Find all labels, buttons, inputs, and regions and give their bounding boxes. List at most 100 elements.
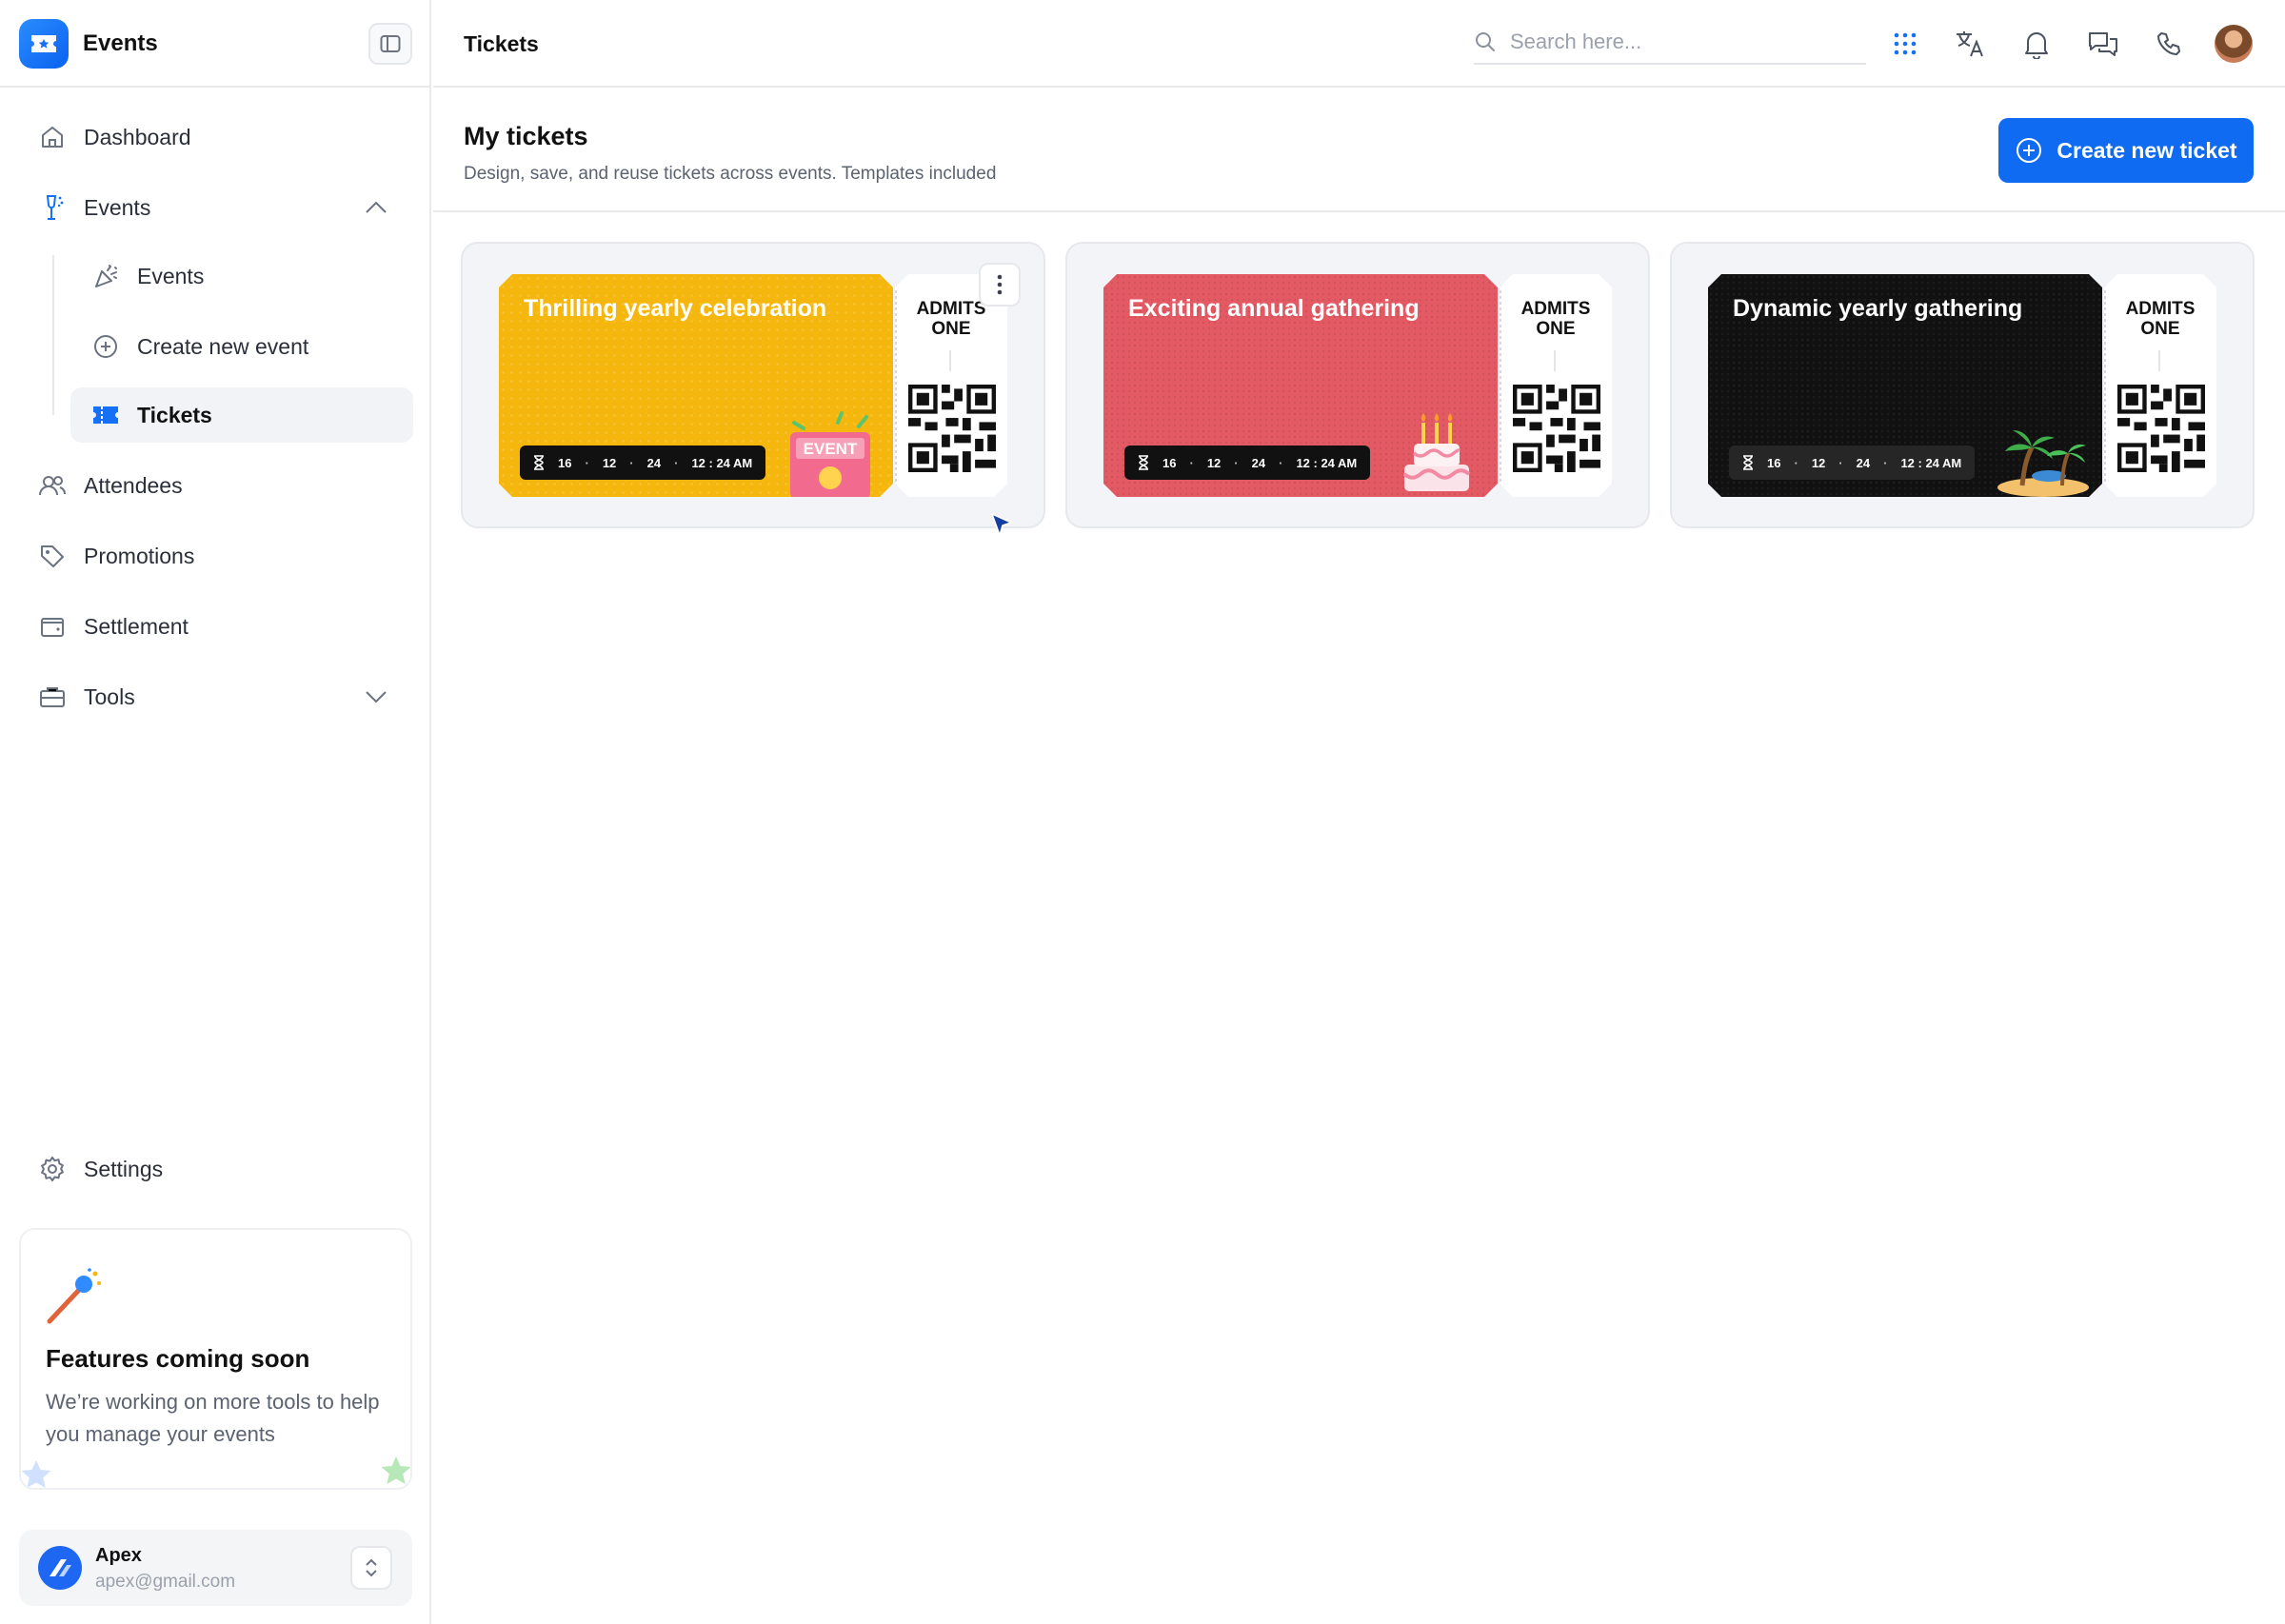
- account-switcher-button[interactable]: [350, 1546, 392, 1590]
- user-name: Apex: [95, 1545, 142, 1566]
- tag-icon: [36, 540, 69, 572]
- sidebar-item-label: Settings: [84, 1156, 164, 1181]
- sidebar-item-promotions[interactable]: Promotions: [36, 537, 194, 575]
- ticket-month: 12: [1811, 455, 1826, 470]
- ticket-stub: ADMITS ONE: [1500, 274, 1612, 497]
- mouse-cursor-icon: [991, 513, 1012, 536]
- user-account-card[interactable]: Apex apex@gmail.com: [19, 1530, 412, 1606]
- ticket-year: 24: [1251, 455, 1266, 470]
- page-title: Tickets: [464, 31, 539, 56]
- user-email: apex@gmail.com: [95, 1572, 236, 1592]
- wallet-icon: [36, 610, 69, 643]
- ticket-day: 16: [1162, 455, 1177, 470]
- hourglass-icon: [1742, 455, 1754, 470]
- ticket-card[interactable]: Exciting annual gathering 16 · 12 · 24 · 12…: [1065, 242, 1650, 528]
- chevron-up-down-icon: [366, 1558, 377, 1577]
- admits-label: ADMITS ONE: [1520, 299, 1591, 339]
- qr-code-icon: [1513, 385, 1600, 472]
- sidebar-item-events[interactable]: Events: [36, 188, 150, 227]
- ticket-more-options-button[interactable]: [979, 263, 1021, 307]
- ticket-time: 12 : 24 AM: [1296, 455, 1358, 470]
- sidebar-item-label: Tools: [84, 683, 135, 709]
- top-bar: Tickets: [433, 0, 2285, 88]
- sidebar-subitem-label: Events: [137, 263, 205, 288]
- user-avatar[interactable]: [2215, 25, 2253, 63]
- chevron-down-icon[interactable]: [362, 683, 390, 711]
- plus-circle-icon: [89, 330, 122, 363]
- search-input[interactable]: [1510, 30, 1853, 54]
- phone-icon[interactable]: [2150, 25, 2188, 63]
- search-bar[interactable]: [1474, 21, 1866, 65]
- arrow-down-icon: [949, 350, 951, 371]
- section-title: My tickets: [464, 122, 588, 150]
- sidebar-subitem-create-event[interactable]: Create new event: [89, 319, 308, 374]
- sidebar-item-attendees[interactable]: Attendees: [36, 466, 183, 505]
- sidebar-item-tools[interactable]: Tools: [36, 678, 135, 716]
- ticket-month: 12: [602, 455, 617, 470]
- qr-code-icon: [908, 385, 996, 472]
- magic-wand-icon: [47, 1268, 101, 1324]
- ticket-title: Dynamic yearly gathering: [1733, 295, 2023, 322]
- translate-icon[interactable]: [1952, 25, 1990, 63]
- sidebar: Events Dashboard Events Events Create ne…: [0, 0, 431, 1624]
- ticket-date: 16 · 12 · 24 · 12 : 24 AM: [520, 446, 765, 480]
- bell-icon[interactable]: [2017, 25, 2056, 63]
- submenu-tree-line: [52, 255, 54, 415]
- features-coming-soon-card: Features coming soon We’re working on mo…: [19, 1228, 412, 1490]
- ticket-day: 16: [1767, 455, 1781, 470]
- sidebar-collapse-button[interactable]: [368, 23, 412, 65]
- plus-circle-icon: [2015, 136, 2043, 165]
- create-new-ticket-button[interactable]: Create new ticket: [1998, 118, 2254, 183]
- ticket-icon: [89, 399, 122, 431]
- ticket-month: 12: [1206, 455, 1222, 470]
- sidebar-toggle-icon: [380, 35, 401, 52]
- sidebar-subitem-tickets[interactable]: Tickets: [70, 387, 413, 443]
- event-sign-icon: EVENT: [785, 407, 880, 497]
- avatar: [38, 1546, 82, 1590]
- chevron-up-icon[interactable]: [362, 193, 390, 222]
- sidebar-item-settings[interactable]: Settings: [36, 1150, 163, 1188]
- chat-icon[interactable]: [2084, 25, 2122, 63]
- birthday-cake-icon: [1401, 411, 1473, 493]
- arrow-down-icon: [2158, 350, 2160, 371]
- admits-label: ADMITS ONE: [2125, 299, 2196, 339]
- sidebar-item-dashboard[interactable]: Dashboard: [36, 118, 191, 156]
- promo-title: Features coming soon: [46, 1344, 310, 1373]
- ticket-day: 16: [558, 455, 572, 470]
- section-subtitle: Design, save, and reuse tickets across e…: [464, 164, 997, 184]
- ticket-date: 16 · 12 · 24 · 12 : 24 AM: [1124, 446, 1370, 480]
- ticket-year: 24: [1856, 455, 1871, 470]
- sidebar-subitem-label: Create new event: [137, 333, 309, 359]
- star-decoration-icon: [21, 1460, 51, 1488]
- ticket-card[interactable]: Dynamic yearly gathering 16 · 12 · 24 · 12 …: [1670, 242, 2255, 528]
- toolbox-icon: [36, 681, 69, 713]
- ticket-stub: ADMITS ONE: [895, 274, 1007, 497]
- sidebar-item-label: Events: [84, 194, 151, 220]
- ticket-time: 12 : 24 AM: [1900, 455, 1962, 470]
- sidebar-item-label: Promotions: [84, 543, 195, 568]
- search-icon: [1476, 32, 1495, 51]
- qr-code-icon: [2117, 385, 2205, 472]
- sidebar-subitem-events[interactable]: Events: [89, 248, 204, 304]
- event-sign-label: EVENT: [804, 440, 858, 458]
- promo-text: We’re working on more tools to help you …: [46, 1390, 380, 1446]
- ticket-time: 12 : 24 AM: [691, 455, 753, 470]
- ticket-face: Exciting annual gathering 16 · 12 · 24 · 12…: [1103, 274, 1498, 497]
- ticket-card[interactable]: Thrilling yearly celebration 16 · 12 · 24 ·…: [461, 242, 1045, 528]
- sidebar-item-settlement[interactable]: Settlement: [36, 607, 189, 645]
- hourglass-icon: [533, 455, 545, 470]
- home-icon: [36, 121, 69, 153]
- hourglass-icon: [1138, 455, 1149, 470]
- sidebar-item-label: Settlement: [84, 613, 189, 639]
- star-decoration-icon: [381, 1456, 410, 1484]
- ticket-date: 16 · 12 · 24 · 12 : 24 AM: [1729, 446, 1975, 480]
- users-icon: [36, 469, 69, 502]
- ticket-title: Thrilling yearly celebration: [524, 295, 827, 322]
- ticket-stub: ADMITS ONE: [2104, 274, 2216, 497]
- palm-island-icon: [1994, 417, 2093, 497]
- apps-grid-icon[interactable]: [1886, 25, 1924, 63]
- app-logo-icon[interactable]: [19, 19, 69, 69]
- gear-icon: [36, 1153, 69, 1185]
- party-popper-icon: [89, 260, 122, 292]
- ticket-year: 24: [646, 455, 662, 470]
